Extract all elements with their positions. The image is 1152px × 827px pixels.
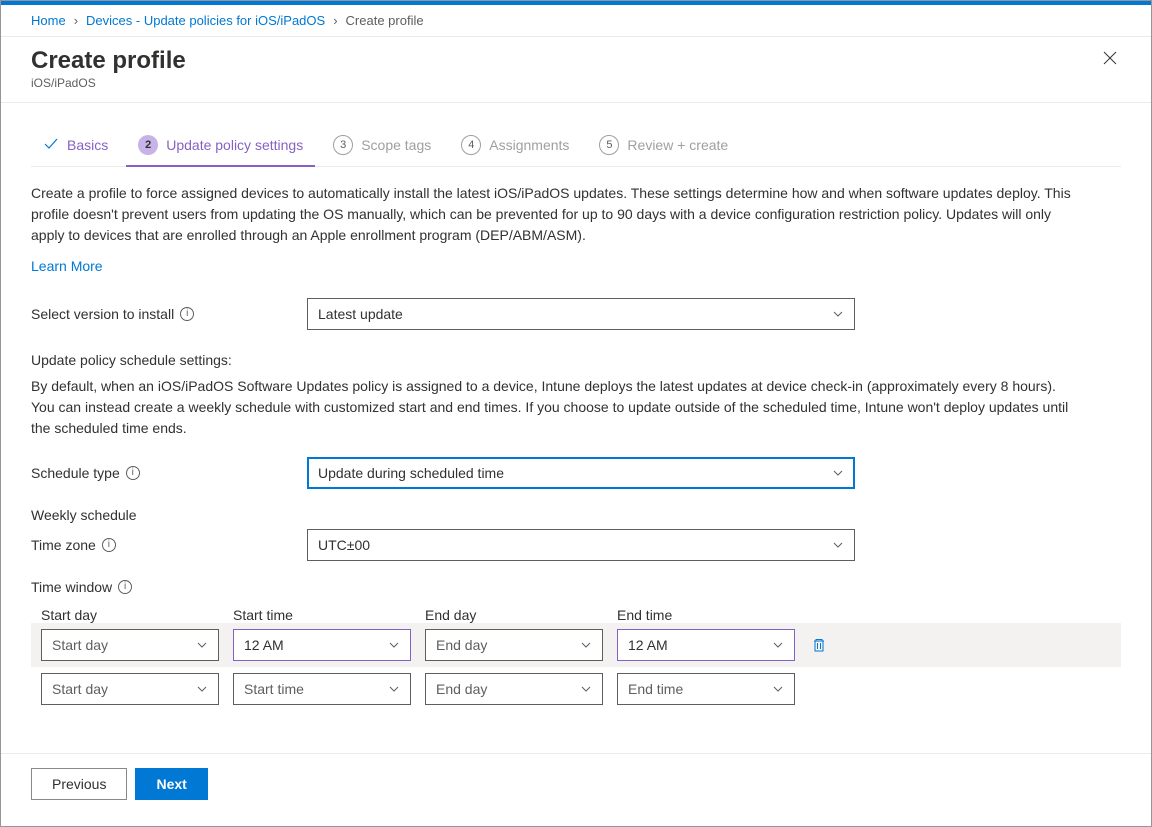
chevron-down-icon xyxy=(832,539,844,551)
schedule-type-label: Schedule type i xyxy=(31,465,307,481)
breadcrumb: Home › Devices - Update policies for iOS… xyxy=(1,5,1151,37)
info-icon[interactable]: i xyxy=(180,307,194,321)
wizard-steps: Basics 2 Update policy settings 3 Scope … xyxy=(31,127,1121,167)
info-icon[interactable]: i xyxy=(102,538,116,552)
delete-row-button[interactable] xyxy=(809,637,829,653)
step-update-policy-settings[interactable]: 2 Update policy settings xyxy=(126,127,315,167)
select-version-dropdown[interactable]: Latest update xyxy=(307,298,855,330)
chevron-down-icon xyxy=(580,639,592,651)
start-time-dropdown[interactable]: 12 AM xyxy=(233,629,411,661)
th-end-day: End day xyxy=(425,607,617,623)
time-window-label: Time window i xyxy=(31,579,307,595)
checkmark-icon xyxy=(43,136,59,155)
start-day-dropdown[interactable]: Start day xyxy=(41,673,219,705)
schedule-type-label-text: Schedule type xyxy=(31,465,120,481)
chevron-down-icon xyxy=(580,683,592,695)
start-day-placeholder: Start day xyxy=(52,681,108,697)
previous-button[interactable]: Previous xyxy=(31,768,127,800)
step-number-4: 4 xyxy=(461,135,481,155)
end-day-placeholder: End day xyxy=(436,681,487,697)
step-review-create[interactable]: 5 Review + create xyxy=(587,127,740,165)
end-day-placeholder: End day xyxy=(436,637,487,653)
chevron-down-icon xyxy=(772,683,784,695)
schedule-heading: Update policy schedule settings: xyxy=(31,352,1121,368)
field-schedule-type: Schedule type i Update during scheduled … xyxy=(31,457,1121,489)
field-time-window: Time window i xyxy=(31,579,1121,595)
time-zone-label: Time zone i xyxy=(31,537,307,553)
th-end-time: End time xyxy=(617,607,809,623)
weekly-schedule-heading: Weekly schedule xyxy=(31,507,1121,523)
end-time-dropdown[interactable]: 12 AM xyxy=(617,629,795,661)
close-icon xyxy=(1103,51,1117,65)
field-time-zone: Time zone i UTC±00 xyxy=(31,529,1121,561)
step-assignments-label: Assignments xyxy=(489,137,569,153)
page-title: Create profile xyxy=(31,47,186,76)
intro-paragraph: Create a profile to force assigned devic… xyxy=(31,183,1071,246)
th-start-time: Start time xyxy=(233,607,425,623)
time-window-table: Start day Start time End day End time St… xyxy=(31,607,1121,711)
time-window-label-text: Time window xyxy=(31,579,112,595)
close-button[interactable] xyxy=(1099,47,1121,72)
page-subtitle: iOS/iPadOS xyxy=(31,76,186,90)
field-select-version: Select version to install i Latest updat… xyxy=(31,298,1121,330)
wizard-footer: Previous Next xyxy=(1,753,1151,826)
end-day-dropdown[interactable]: End day xyxy=(425,673,603,705)
chevron-down-icon xyxy=(832,308,844,320)
chevron-down-icon xyxy=(196,639,208,651)
breadcrumb-home-link[interactable]: Home xyxy=(31,13,66,28)
step-basics[interactable]: Basics xyxy=(31,128,120,165)
header-titles: Create profile iOS/iPadOS xyxy=(31,47,186,90)
step-assignments[interactable]: 4 Assignments xyxy=(449,127,581,165)
chevron-down-icon xyxy=(196,683,208,695)
end-day-dropdown[interactable]: End day xyxy=(425,629,603,661)
end-time-placeholder: End time xyxy=(628,681,683,697)
time-zone-dropdown[interactable]: UTC±00 xyxy=(307,529,855,561)
chevron-down-icon xyxy=(388,683,400,695)
chevron-right-icon: › xyxy=(74,13,78,28)
select-version-label-text: Select version to install xyxy=(31,306,174,322)
start-time-dropdown[interactable]: Start time xyxy=(233,673,411,705)
learn-more-link[interactable]: Learn More xyxy=(31,258,103,274)
th-start-day: Start day xyxy=(41,607,233,623)
chevron-down-icon xyxy=(388,639,400,651)
time-window-row: Start day 12 AM End day 12 AM xyxy=(31,623,1121,667)
main-content: Create a profile to force assigned devic… xyxy=(1,167,1151,711)
chevron-down-icon xyxy=(772,639,784,651)
time-window-headers: Start day Start time End day End time xyxy=(31,607,1121,623)
step-update-label: Update policy settings xyxy=(166,137,303,153)
step-basics-label: Basics xyxy=(67,137,108,153)
next-button[interactable]: Next xyxy=(135,768,207,800)
step-number-5: 5 xyxy=(599,135,619,155)
start-day-dropdown[interactable]: Start day xyxy=(41,629,219,661)
time-zone-label-text: Time zone xyxy=(31,537,96,553)
step-review-label: Review + create xyxy=(627,137,728,153)
page-header: Create profile iOS/iPadOS xyxy=(1,37,1151,103)
breadcrumb-devices-link[interactable]: Devices - Update policies for iOS/iPadOS xyxy=(86,13,325,28)
step-scope-tags[interactable]: 3 Scope tags xyxy=(321,127,443,165)
step-number-2: 2 xyxy=(138,135,158,155)
select-version-label: Select version to install i xyxy=(31,306,307,322)
step-number-3: 3 xyxy=(333,135,353,155)
info-icon[interactable]: i xyxy=(126,466,140,480)
schedule-type-value: Update during scheduled time xyxy=(318,465,504,481)
chevron-down-icon xyxy=(832,467,844,479)
schedule-paragraph: By default, when an iOS/iPadOS Software … xyxy=(31,376,1071,439)
info-icon[interactable]: i xyxy=(118,580,132,594)
step-scope-label: Scope tags xyxy=(361,137,431,153)
end-time-value: 12 AM xyxy=(628,637,668,653)
start-time-value: 12 AM xyxy=(244,637,284,653)
time-zone-value: UTC±00 xyxy=(318,537,370,553)
trash-icon xyxy=(811,637,827,653)
start-day-placeholder: Start day xyxy=(52,637,108,653)
breadcrumb-current: Create profile xyxy=(346,13,424,28)
end-time-dropdown[interactable]: End time xyxy=(617,673,795,705)
app-frame: Home › Devices - Update policies for iOS… xyxy=(0,0,1152,827)
chevron-right-icon: › xyxy=(333,13,337,28)
select-version-value: Latest update xyxy=(318,306,403,322)
start-time-placeholder: Start time xyxy=(244,681,304,697)
time-window-row: Start day Start time End day End time xyxy=(31,667,1121,711)
schedule-type-dropdown[interactable]: Update during scheduled time xyxy=(307,457,855,489)
